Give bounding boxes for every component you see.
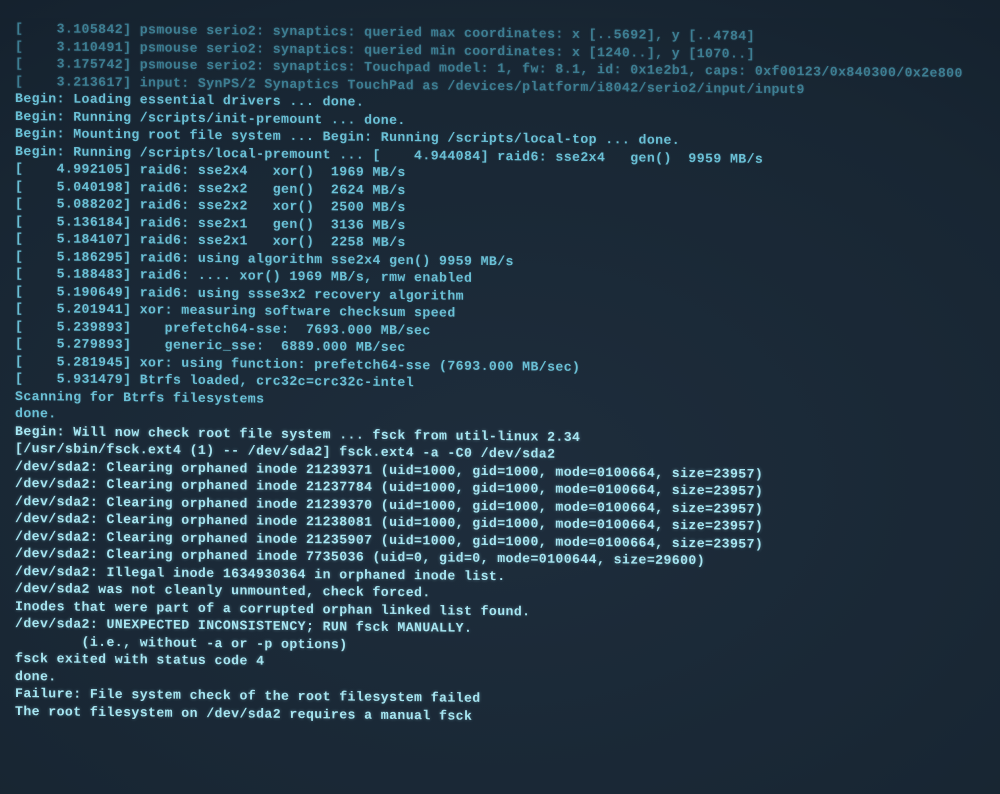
boot-console: [ 3.105842] psmouse serio2: synaptics: q… <box>15 20 995 786</box>
